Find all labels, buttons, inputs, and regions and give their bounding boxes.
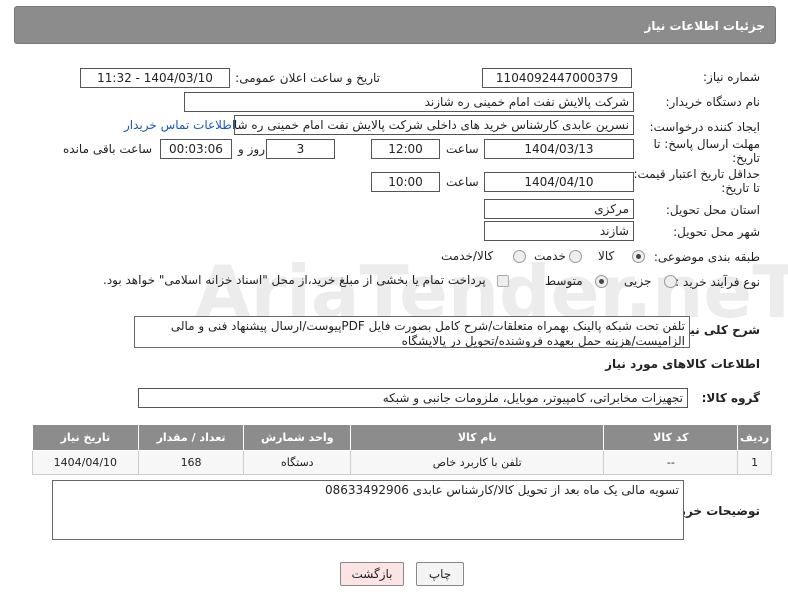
buyer-contact-link[interactable]: اطلاعات تماس خریدار <box>124 118 235 132</box>
process-label: نوع فرآیند خرید : <box>675 275 760 289</box>
category-label: طبقه بندی موضوعی: <box>653 250 760 264</box>
category-option-goods: کالا <box>598 249 615 263</box>
goods-info-title: اطلاعات کالاهای مورد نیاز <box>605 357 760 371</box>
deadline-label-line2: تاریخ: <box>732 151 760 165</box>
col-item-code: کد کالا <box>603 424 739 451</box>
creator-label: ایجاد کننده درخواست: <box>649 120 760 134</box>
cell-quantity: 168 <box>137 450 245 475</box>
table-row: 1 -- تلفن با کاربرد خاص دستگاه 168 1404/… <box>32 450 772 475</box>
deadline-days-field: 3 <box>266 139 335 159</box>
cell-item-name: تلفن با کاربرد خاص <box>350 450 605 475</box>
deadline-date-field: 1404/03/13 <box>484 139 634 159</box>
description-textarea: تلفن تحت شبکه پالینک بهمراه متعلقات/شرح … <box>134 316 690 348</box>
need-number-field: 1104092447000379 <box>482 68 632 88</box>
province-field: مرکزی <box>484 199 634 219</box>
col-quantity: تعداد / مقدار <box>137 424 245 451</box>
cell-item-code: -- <box>603 450 739 475</box>
back-button[interactable]: بازگشت <box>340 562 404 586</box>
page-header: جزئیات اطلاعات نیاز <box>14 6 776 44</box>
category-option-service: خدمت <box>534 249 566 263</box>
cell-unit: دستگاه <box>243 450 352 475</box>
need-number-label: شماره نیاز: <box>703 70 760 84</box>
validity-label-line1: حداقل تاریخ اعتبار قیمت: <box>633 167 760 181</box>
announce-label: تاریخ و ساعت اعلان عمومی: <box>235 71 380 85</box>
announce-datetime-field: 1404/03/10 - 11:32 <box>80 68 230 88</box>
remaining-time-label: ساعت باقی مانده <box>63 142 153 156</box>
deadline-days-label: روز و <box>238 142 265 156</box>
buyer-org-label: نام دستگاه خریدار: <box>665 95 761 109</box>
col-need-date: تاریخ نیاز <box>32 424 139 451</box>
remaining-time-field: 00:03:06 <box>160 139 232 159</box>
validity-date-field: 1404/04/10 <box>484 172 634 192</box>
col-item-name: نام کالا <box>350 424 605 451</box>
goods-group-label: گروه کالا: <box>701 391 760 405</box>
cell-need-date: 1404/04/10 <box>32 450 139 475</box>
city-label: شهر محل تحویل: <box>673 225 760 239</box>
validity-label-line2: تا تاریخ: <box>721 181 760 195</box>
process-radio-medium[interactable] <box>595 275 608 288</box>
province-label: استان محل تحویل: <box>665 203 760 217</box>
process-radio-minor[interactable] <box>664 275 677 288</box>
category-radio-goods-service[interactable] <box>513 250 526 263</box>
goods-group-field: تجهیزات مخابراتی، کامپیوتر، موبایل، ملزو… <box>138 388 688 408</box>
process-option-minor: جزیی <box>624 274 652 288</box>
city-field: شازند <box>484 221 634 241</box>
deadline-time-field: 12:00 <box>371 139 440 159</box>
process-option-medium: متوسط <box>545 274 583 288</box>
validity-time-field: 10:00 <box>371 172 440 192</box>
table-header-row: ردیف کد کالا نام کالا واحد شمارش تعداد /… <box>32 424 772 451</box>
validity-time-label: ساعت <box>446 175 479 189</box>
cell-row-number: 1 <box>737 450 772 475</box>
deadline-time-label: ساعت <box>446 142 479 156</box>
category-radio-service[interactable] <box>569 250 582 263</box>
page-title: جزئیات اطلاعات نیاز <box>644 19 765 33</box>
creator-field: نسرین عابدی کارشناس خرید های داخلی شرکت … <box>234 115 634 135</box>
col-unit: واحد شمارش <box>243 424 352 451</box>
items-table: ردیف کد کالا نام کالا واحد شمارش تعداد /… <box>32 424 772 475</box>
buyer-org-field: شرکت پالایش نفت امام خمینی ره شازند <box>184 92 634 112</box>
category-radio-goods[interactable] <box>632 250 645 263</box>
treasury-checkbox[interactable] <box>497 275 509 287</box>
deadline-label-line1: مهلت ارسال پاسخ: تا <box>653 137 760 151</box>
category-option-goods-service: کالا/خدمت <box>441 249 494 263</box>
col-row-number: ردیف <box>737 424 772 451</box>
treasury-note: پرداخت تمام یا بخشی از مبلغ خرید،از محل … <box>103 273 486 287</box>
print-button[interactable]: چاپ <box>416 562 464 586</box>
buyer-notes-textarea: تسویه مالی یک ماه بعد از تحویل کالا/کارش… <box>52 480 684 540</box>
